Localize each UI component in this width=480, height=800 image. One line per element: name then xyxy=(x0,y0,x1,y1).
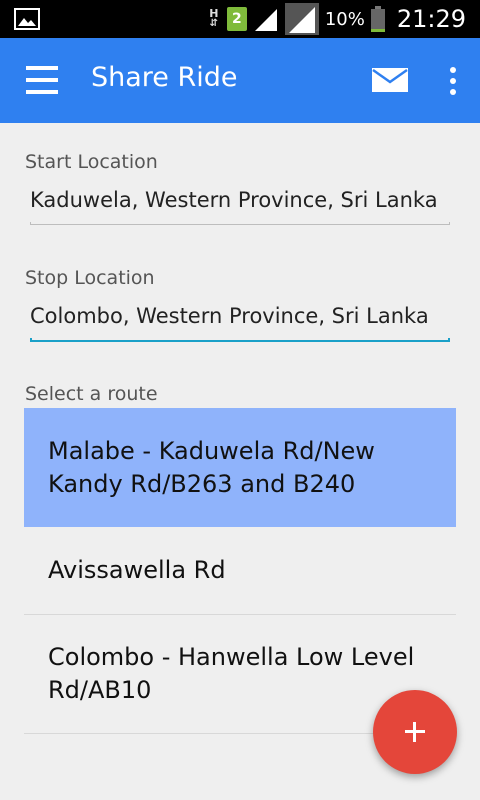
stop-location-input[interactable]: Colombo, Western Province, Sri Lanka xyxy=(30,304,450,340)
stop-location-value: Colombo, Western Province, Sri Lanka xyxy=(30,304,429,328)
stop-location-underline xyxy=(30,338,450,342)
start-location-input[interactable]: Kaduwela, Western Province, Sri Lanka xyxy=(30,188,450,224)
data-activity-icon: H ⇵ xyxy=(207,8,221,29)
signal-icon-secondary xyxy=(284,3,319,35)
add-button[interactable] xyxy=(373,690,457,774)
start-location-label: Start Location xyxy=(25,151,158,173)
route-list: Malabe - Kaduwela Rd/New Kandy Rd/B263 a… xyxy=(24,408,456,734)
route-item[interactable]: Malabe - Kaduwela Rd/New Kandy Rd/B263 a… xyxy=(24,408,456,527)
battery-percent: 10% xyxy=(324,8,365,30)
route-label: Colombo - Hanwella Low Level Rd/AB10 xyxy=(48,643,415,704)
start-location-value: Kaduwela, Western Province, Sri Lanka xyxy=(30,188,438,212)
battery-icon xyxy=(370,6,385,32)
signal-icon xyxy=(254,9,277,31)
page-title: Share Ride xyxy=(91,62,238,93)
mail-icon[interactable] xyxy=(372,68,408,92)
start-location-underline xyxy=(30,222,450,225)
route-item[interactable]: Avissawella Rd xyxy=(24,527,456,615)
app-bar: Share Ride xyxy=(0,38,480,123)
sim-badge: 2 xyxy=(226,7,247,31)
menu-icon[interactable] xyxy=(26,66,58,94)
gallery-notification-icon xyxy=(14,8,40,30)
status-bar: H ⇵ 2 10% 21:29 xyxy=(0,0,480,38)
route-label: Malabe - Kaduwela Rd/New Kandy Rd/B263 a… xyxy=(48,436,375,498)
route-label: Avissawella Rd xyxy=(48,556,226,584)
stop-location-label: Stop Location xyxy=(25,267,155,289)
clock: 21:29 xyxy=(396,5,466,33)
more-vert-icon[interactable] xyxy=(446,67,458,95)
select-route-label: Select a route xyxy=(25,383,158,405)
